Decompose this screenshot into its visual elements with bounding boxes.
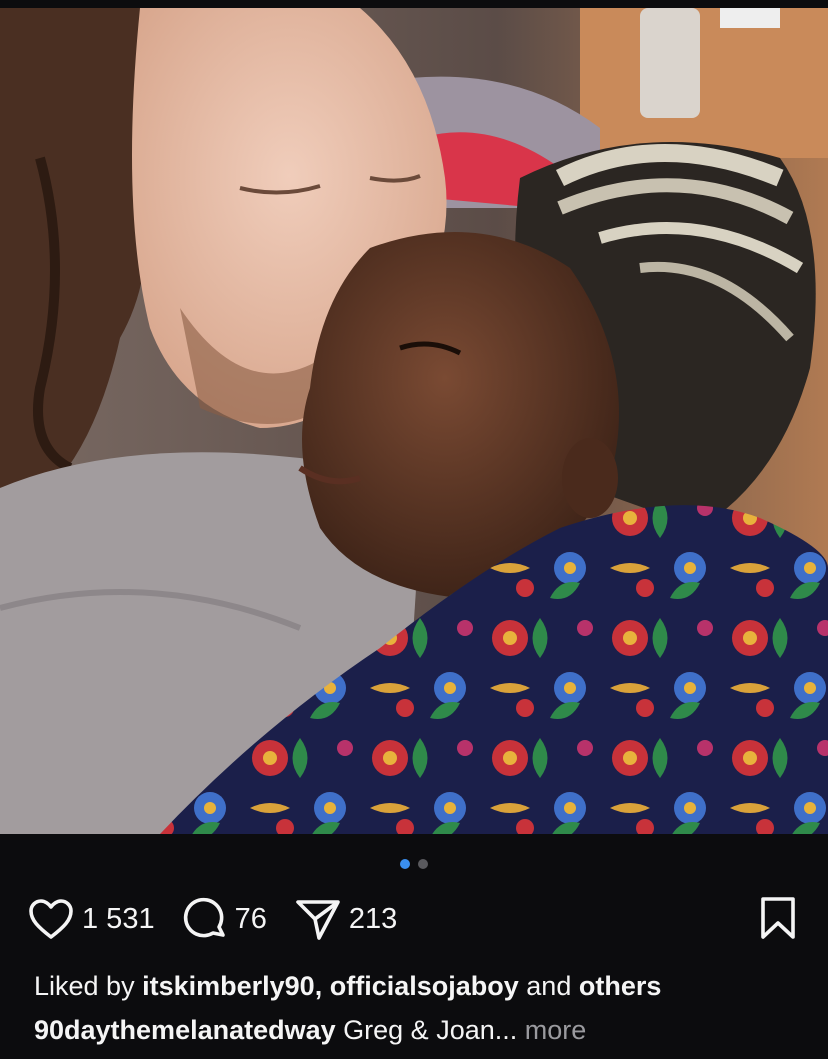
like-button[interactable]: 1 531 xyxy=(28,898,155,940)
top-edge xyxy=(0,0,828,8)
bookmark-icon[interactable] xyxy=(760,897,796,944)
carousel-dot xyxy=(418,859,428,869)
post-photo[interactable] xyxy=(0,8,828,834)
send-icon[interactable] xyxy=(295,897,341,941)
save-button[interactable] xyxy=(760,896,796,945)
liked-by-others-link[interactable]: others xyxy=(579,971,662,1001)
caption-line: 90daythemelanatedway Greg & Joan... more xyxy=(34,1012,586,1048)
comment-count: 76 xyxy=(234,902,267,935)
post-container: 1 531 76 213 Liked by itskimberly90, off… xyxy=(0,0,828,1059)
liked-by-prefix: Liked by xyxy=(34,971,135,1001)
liked-by-user-link[interactable]: officialsojaboy xyxy=(330,971,519,1001)
post-photo-illustration xyxy=(0,8,828,834)
caption-text: Greg & Joan... xyxy=(343,1015,518,1045)
liked-by-connector: and xyxy=(526,971,572,1001)
carousel-indicator xyxy=(0,856,828,872)
share-button[interactable]: 213 xyxy=(295,897,397,941)
post-actions: 1 531 76 213 xyxy=(28,895,425,943)
like-count: 1 531 xyxy=(82,902,155,935)
heart-icon[interactable] xyxy=(28,898,74,940)
liked-by-user-link[interactable]: itskimberly90, xyxy=(142,971,322,1001)
carousel-dot-active xyxy=(400,859,410,869)
caption-more-link[interactable]: more xyxy=(525,1015,587,1045)
share-count: 213 xyxy=(348,902,398,935)
comment-icon[interactable] xyxy=(183,897,227,941)
caption-username-link[interactable]: 90daythemelanatedway xyxy=(34,1015,336,1045)
liked-by-line: Liked by itskimberly90, officialsojaboy … xyxy=(34,968,661,1004)
comment-button[interactable]: 76 xyxy=(183,897,267,941)
